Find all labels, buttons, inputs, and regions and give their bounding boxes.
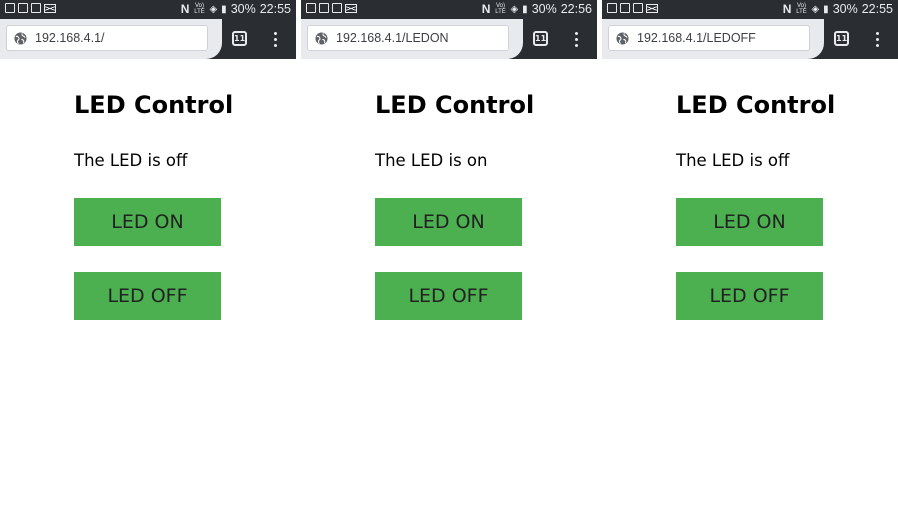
signal-icon: ▮ bbox=[221, 3, 227, 15]
status-bar: N Vo) LTE ◈ ▮ 30% 22:55 bbox=[602, 0, 898, 19]
page-title: LED Control bbox=[74, 91, 234, 119]
wifi-icon: ◈ bbox=[209, 3, 218, 15]
tab-switcher-button[interactable]: 11 bbox=[232, 31, 247, 46]
system-status: N Vo) LTE ◈ ▮ 30% 22:55 bbox=[783, 2, 893, 16]
nfc-icon: N bbox=[782, 2, 792, 16]
status-bar: N Vo) LTE ◈ ▮ 30% 22:55 bbox=[0, 0, 296, 19]
browser-toolbar: 192.168.4.1/LEDOFF 11 bbox=[602, 19, 898, 59]
wifi-icon: ◈ bbox=[811, 3, 820, 15]
phone-screen-1: N Vo)LTE ◈ ▮ 30% 22:55 192.168.4.1/ 11 bbox=[0, 0, 296, 525]
led-status-text: The LED is off bbox=[74, 151, 188, 170]
notification-icons bbox=[306, 3, 357, 13]
clock: 22:56 bbox=[560, 2, 592, 16]
notification-icon bbox=[620, 3, 630, 13]
tab-switcher-button[interactable]: 11 bbox=[533, 31, 548, 46]
phone-screen-3: N Vo) LTE ◈ ▮ 30% 22:55 192.168.4.1/LEDOF… bbox=[602, 0, 898, 525]
wifi-icon: ◈ bbox=[510, 3, 519, 15]
urlbar-container: 192.168.4.1/LEDON bbox=[301, 19, 523, 59]
browser-toolbar: 192.168.4.1/ 11 bbox=[0, 19, 296, 59]
volte-icon: Vo) LTE bbox=[796, 3, 807, 15]
urlbar-container: 192.168.4.1/ bbox=[0, 19, 222, 59]
url-text: 192.168.4.1/LEDON bbox=[336, 31, 449, 45]
system-status: N Vo) LTE ◈ ▮ 30% 22:55 bbox=[181, 2, 291, 16]
tab-switcher-button[interactable]: 11 bbox=[834, 31, 849, 46]
browser-toolbar: 192.168.4.1/LEDON 11 bbox=[301, 19, 597, 59]
address-bar[interactable]: 192.168.4.1/LEDOFF bbox=[608, 25, 810, 51]
led-on-button[interactable]: LED ON bbox=[74, 198, 221, 246]
clock: 22:55 bbox=[861, 2, 893, 16]
notification-icon bbox=[607, 3, 617, 13]
battery-percent: 30% bbox=[832, 2, 858, 16]
image-notification-icon bbox=[633, 3, 643, 13]
signal-icon: ▮ bbox=[823, 3, 829, 15]
address-bar[interactable]: 192.168.4.1/ bbox=[6, 25, 208, 51]
clock: 22:55 bbox=[259, 2, 291, 16]
battery-percent: 30% bbox=[531, 2, 557, 16]
notification-icons bbox=[5, 3, 56, 13]
led-off-button[interactable]: LED OFF bbox=[74, 272, 221, 320]
mail-icon bbox=[44, 3, 56, 13]
notification-icon bbox=[332, 3, 342, 13]
status-bar: N Vo) LTE ◈ ▮ 30% 22:56 bbox=[301, 0, 597, 19]
notification-icons bbox=[607, 3, 658, 13]
overflow-menu-icon[interactable] bbox=[569, 30, 585, 48]
overflow-menu-icon[interactable] bbox=[268, 30, 284, 48]
screenshot-collage: N Vo)LTE ◈ ▮ 30% 22:55 192.168.4.1/ 11 bbox=[0, 0, 898, 525]
url-text: 192.168.4.1/LEDOFF bbox=[637, 31, 756, 45]
page-title: LED Control bbox=[375, 91, 535, 119]
phone-screen-2: N Vo) LTE ◈ ▮ 30% 22:56 192.168.4.1/LEDON… bbox=[301, 0, 597, 525]
notification-icon bbox=[18, 3, 28, 13]
led-status-text: The LED is off bbox=[676, 151, 790, 170]
battery-percent: 30% bbox=[230, 2, 256, 16]
signal-icon: ▮ bbox=[522, 3, 528, 15]
mail-icon bbox=[345, 3, 357, 13]
volte-icon: Vo) LTE bbox=[495, 3, 506, 15]
notification-icon bbox=[306, 3, 316, 13]
led-on-button[interactable]: LED ON bbox=[375, 198, 522, 246]
url-text: 192.168.4.1/ bbox=[35, 31, 105, 45]
led-off-button[interactable]: LED OFF bbox=[375, 272, 522, 320]
urlbar-container: 192.168.4.1/LEDOFF bbox=[602, 19, 824, 59]
notification-icon bbox=[5, 3, 15, 13]
globe-icon bbox=[315, 31, 328, 45]
globe-icon bbox=[14, 31, 27, 45]
nfc-icon: N bbox=[180, 2, 190, 16]
nfc-icon: N bbox=[481, 2, 491, 16]
system-status: N Vo) LTE ◈ ▮ 30% 22:56 bbox=[482, 2, 592, 16]
globe-icon bbox=[616, 31, 629, 45]
address-bar[interactable]: 192.168.4.1/LEDON bbox=[307, 25, 509, 51]
image-notification-icon bbox=[319, 3, 329, 13]
led-off-button[interactable]: LED OFF bbox=[676, 272, 823, 320]
page-title: LED Control bbox=[676, 91, 836, 119]
overflow-menu-icon[interactable] bbox=[870, 30, 886, 48]
mail-icon bbox=[646, 3, 658, 13]
led-on-button[interactable]: LED ON bbox=[676, 198, 823, 246]
image-notification-icon bbox=[31, 3, 41, 13]
led-status-text: The LED is on bbox=[375, 151, 488, 170]
volte-icon: Vo) LTE bbox=[194, 3, 205, 15]
